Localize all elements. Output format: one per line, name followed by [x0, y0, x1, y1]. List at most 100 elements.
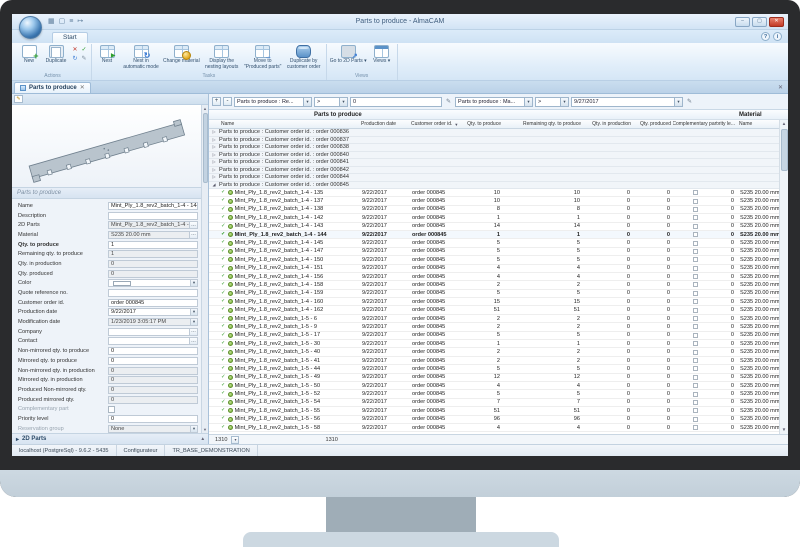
filter-field-2-select[interactable]: Parts to produce : Ma... ▾ [455, 97, 533, 107]
chevron-down-icon[interactable]: ▾ [190, 280, 197, 286]
left-panel-scrollbar[interactable]: ▲ ▼ [201, 105, 208, 433]
part-row-147[interactable]: ✓Mint_Ply_1.8_rev2_batch_1-4 - 1479/22/2… [209, 248, 779, 256]
column-header-customer-order-id[interactable]: Customer order id.▼ [409, 120, 465, 128]
filter-value-2-date-select[interactable]: 9/27/2017 ▾ [571, 97, 683, 107]
group-row-order-000836[interactable]: ▷Parts to produce : Customer order id. :… [209, 129, 779, 137]
ribbon-button-new[interactable]: New [16, 44, 42, 65]
complementary-checkbox[interactable] [693, 324, 698, 329]
ellipsis-button[interactable]: … [190, 221, 198, 229]
ribbon-button-change-material[interactable]: Change material [162, 44, 201, 65]
tab-start[interactable]: Start [52, 32, 88, 43]
ribbon-button-go-to-2d-parts[interactable]: Go to 2D Parts ▾ [329, 44, 368, 65]
edit-icon[interactable]: ✎ [14, 95, 23, 103]
scroll-up-icon[interactable]: ▲ [203, 105, 207, 112]
edit-filter-1-icon[interactable]: ✎ [446, 98, 451, 105]
part-row-50[interactable]: ✓Mint_Ply_1.8_rev2_batch_1-5 - 509/22/20… [209, 382, 779, 390]
column-header-complementary-part[interactable]: Complementary part [673, 120, 717, 128]
reservation-group-field[interactable]: None▾ [108, 425, 198, 433]
triangle-expanded-icon[interactable]: ◢ [209, 183, 219, 187]
close-icon[interactable]: ✕ [769, 17, 784, 27]
minimize-icon[interactable]: – [735, 17, 750, 27]
qty-in-production-field[interactable]: 0 [108, 260, 198, 268]
complementary-checkbox[interactable] [693, 282, 698, 287]
panel-close-icon[interactable]: ✕ [778, 84, 783, 93]
remaining-qty-to-produce-field[interactable]: 1 [108, 250, 198, 258]
refresh-icon[interactable]: ↻ [71, 55, 79, 63]
info-icon[interactable]: i [773, 32, 782, 41]
part-row-55[interactable]: ✓Mint_Ply_1.8_rev2_batch_1-5 - 559/22/20… [209, 407, 779, 415]
triangle-collapsed-icon[interactable]: ▷ [209, 168, 219, 172]
complementary-part-checkbox[interactable] [108, 406, 115, 413]
part-row-150[interactable]: ✓Mint_Ply_1.8_rev2_batch_1-4 - 1509/22/2… [209, 256, 779, 264]
ellipsis-button[interactable]: … [190, 337, 198, 345]
part-row-138[interactable]: ✓Mint_Ply_1.8_rev2_batch_1-4 - 1389/22/2… [209, 206, 779, 214]
part-row-17[interactable]: ✓Mint_Ply_1.8_rev2_batch_1-5 - 179/22/20… [209, 332, 779, 340]
group-row-order-000845[interactable]: ◢Parts to produce : Customer order id. :… [209, 182, 779, 190]
ellipsis-button[interactable]: … [190, 328, 198, 336]
complementary-checkbox[interactable] [693, 190, 698, 195]
chevron-down-icon[interactable]: ▾ [190, 319, 197, 325]
modification-date-field[interactable]: 1/23/2019 3:05:17 PM▾ [108, 318, 198, 326]
produced-non-mirrored-qty-field[interactable]: 0 [108, 386, 198, 394]
complementary-checkbox[interactable] [693, 417, 698, 422]
part-row-30[interactable]: ✓Mint_Ply_1.8_rev2_batch_1-5 - 309/22/20… [209, 340, 779, 348]
part-row-6[interactable]: ✓Mint_Ply_1.8_rev2_batch_1-5 - 69/22/201… [209, 315, 779, 323]
column-header-production-date[interactable]: Production date [359, 120, 409, 128]
column-header-qty-in-production[interactable]: Qty. in production [583, 120, 633, 128]
part-row-151[interactable]: ✓Mint_Ply_1.8_rev2_batch_1-4 - 1519/22/2… [209, 265, 779, 273]
scrollbar-thumb[interactable] [781, 129, 788, 171]
maximize-icon[interactable]: ▢ [752, 17, 767, 27]
part-row-52[interactable]: ✓Mint_Ply_1.8_rev2_batch_1-5 - 529/22/20… [209, 390, 779, 398]
collapse-all-button[interactable]: - [223, 97, 232, 106]
part-row-58[interactable]: ✓Mint_Ply_1.8_rev2_batch_1-5 - 589/22/20… [209, 424, 779, 432]
part-row-142[interactable]: ✓Mint_Ply_1.8_rev2_batch_1-4 - 1429/22/2… [209, 214, 779, 222]
triangle-collapsed-icon[interactable]: ▷ [209, 130, 219, 134]
validate-icon[interactable]: ✓ [80, 46, 88, 54]
complementary-checkbox[interactable] [693, 383, 698, 388]
column-header-remaining-qty-to-produce[interactable]: Remaining qty. to produce [503, 120, 583, 128]
part-row-9[interactable]: ✓Mint_Ply_1.8_rev2_batch_1-5 - 99/22/201… [209, 323, 779, 331]
complementary-checkbox[interactable] [693, 392, 698, 397]
contact-field[interactable] [108, 337, 190, 345]
ribbon-button-duplicate[interactable]: Duplicate [43, 44, 69, 65]
complementary-checkbox[interactable] [693, 249, 698, 254]
section-header-2d-parts[interactable]: ▸ 2D Parts ▴ [12, 433, 208, 444]
part-row-160[interactable]: ✓Mint_Ply_1.8_rev2_batch_1-4 - 1609/22/2… [209, 298, 779, 306]
part-row-145[interactable]: ✓Mint_Ply_1.8_rev2_batch_1-4 - 1459/22/2… [209, 239, 779, 247]
filter-operator-2-select[interactable]: > ▾ [535, 97, 569, 107]
filter-value-1-input[interactable]: 0 [350, 97, 442, 107]
complementary-checkbox[interactable] [693, 358, 698, 363]
qty-to-produce-field[interactable]: 1 [108, 241, 198, 249]
filter-operator-1-select[interactable]: > ▾ [314, 97, 348, 107]
part-row-44[interactable]: ✓Mint_Ply_1.8_rev2_batch_1-5 - 449/22/20… [209, 365, 779, 373]
group-row-order-000842[interactable]: ▷Parts to produce : Customer order id. :… [209, 167, 779, 175]
quote-reference-no-field[interactable] [108, 289, 198, 297]
non-mirrored-qty-in-production-field[interactable]: 0 [108, 367, 198, 375]
part-row-56[interactable]: ✓Mint_Ply_1.8_rev2_batch_1-5 - 569/22/20… [209, 416, 779, 424]
cancel-icon[interactable]: ✕ [71, 46, 79, 54]
complementary-checkbox[interactable] [693, 199, 698, 204]
part-row-40[interactable]: ✓Mint_Ply_1.8_rev2_batch_1-5 - 409/22/20… [209, 348, 779, 356]
complementary-checkbox[interactable] [693, 299, 698, 304]
tab-close-icon[interactable]: ✕ [80, 84, 85, 91]
complementary-checkbox[interactable] [693, 316, 698, 321]
complementary-checkbox[interactable] [693, 400, 698, 405]
2d-parts-field[interactable]: Mint_Ply_1.8_rev2_batch_1-4 - 144 [108, 221, 190, 229]
complementary-checkbox[interactable] [693, 207, 698, 212]
column-header-name-material[interactable]: Name [737, 120, 779, 128]
color-field[interactable]: ▾ [108, 279, 198, 287]
complementary-checkbox[interactable] [693, 232, 698, 237]
section-header-parts-to-produce[interactable]: Parts to produce [12, 188, 208, 199]
scroll-down-icon[interactable]: ▼ [203, 426, 207, 433]
mirrored-qty-to-produce-field[interactable]: 0 [108, 357, 198, 365]
ribbon-button-duplicate-by-customer-order[interactable]: Duplicate by customer order [284, 44, 324, 71]
ellipsis-button[interactable]: … [190, 231, 198, 239]
name-field[interactable]: Mint_Ply_1.8_rev2_batch_1-4 - 144 [108, 202, 198, 210]
complementary-checkbox[interactable] [693, 266, 698, 271]
help-icon[interactable]: ? [761, 32, 770, 41]
group-row-order-000840[interactable]: ▷Parts to produce : Customer order id. :… [209, 152, 779, 160]
ribbon-button-nest[interactable]: Nest [94, 44, 120, 65]
ribbon-button-views[interactable]: Views ▾ [369, 44, 395, 65]
complementary-checkbox[interactable] [693, 375, 698, 380]
complementary-checkbox[interactable] [693, 308, 698, 313]
